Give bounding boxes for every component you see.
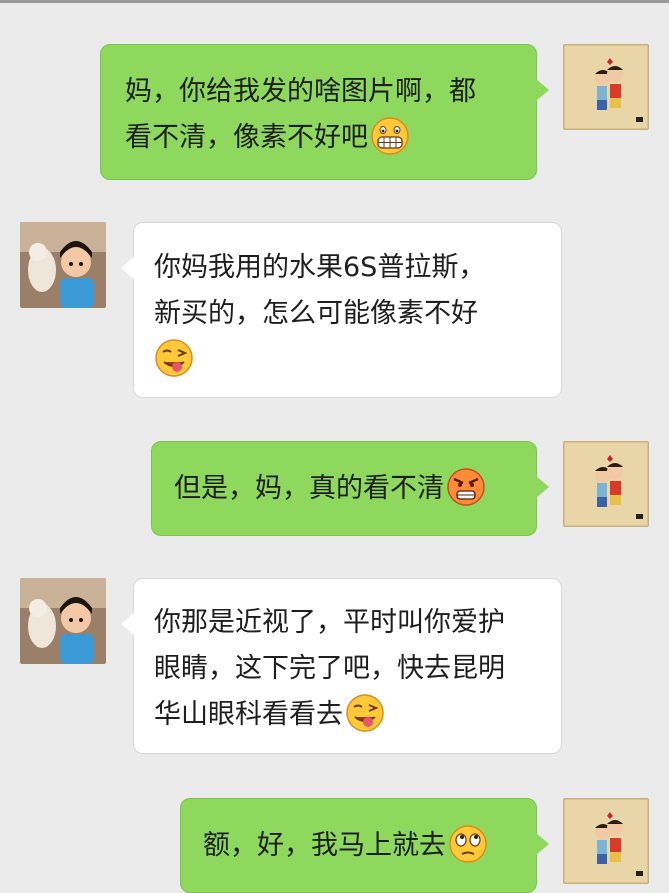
message-bubble[interactable]: 但是，妈，真的看不清 (151, 441, 549, 536)
message-text-line: 看不清，像素不好吧 (125, 115, 536, 161)
message-text-line (154, 337, 561, 383)
message-text-line: 额，好，我马上就去 (203, 823, 536, 869)
avatar-child-with-dog[interactable] (20, 578, 106, 664)
message-bubble[interactable]: 额，好，我马上就去 (180, 798, 549, 893)
avatar-shinchan[interactable] (563, 441, 649, 527)
avatar-child-with-dog[interactable] (20, 222, 106, 308)
grinning-teeth-emoji (370, 116, 410, 156)
message-text-line: 新买的，怎么可能像素不好 (154, 298, 478, 329)
bubble-tail (536, 79, 549, 101)
message-bubble[interactable]: 你妈我用的水果6S普拉斯， 新买的，怎么可能像素不好 (121, 222, 562, 398)
avatar-shinchan[interactable] (563, 44, 649, 130)
bubble-tail (536, 476, 549, 498)
message-text-line: 妈，你给我发的啥图片啊，都 (125, 76, 476, 107)
avatar-shinchan[interactable] (563, 798, 649, 884)
message-text: 但是，妈，真的看不清 (174, 473, 444, 504)
bubble-tail (536, 833, 549, 855)
message-text-line: 华山眼科看看去 (154, 692, 561, 738)
message-text-line: 眼睛，这下完了吧，快去昆明 (154, 653, 505, 684)
top-divider (0, 0, 669, 3)
tongue-out-emoji (345, 693, 385, 733)
angry-face-emoji (446, 467, 486, 507)
bubble-tail (121, 613, 134, 635)
message-text-line: 你那是近视了，平时叫你爱护 (154, 607, 505, 638)
rolling-eyes-emoji (448, 824, 488, 864)
message-text: 额，好，我马上就去 (203, 830, 446, 861)
message-text-line: 但是，妈，真的看不清 (174, 466, 536, 512)
message-bubble[interactable]: 妈，你给我发的啥图片啊，都 看不清，像素不好吧 (100, 44, 549, 180)
tongue-out-emoji (154, 338, 194, 378)
message-bubble[interactable]: 你那是近视了，平时叫你爱护 眼睛，这下完了吧，快去昆明 华山眼科看看去 (121, 578, 562, 754)
message-text: 看不清，像素不好吧 (125, 122, 368, 153)
message-text: 华山眼科看看去 (154, 699, 343, 730)
bubble-tail (121, 257, 134, 279)
message-text-line: 你妈我用的水果6S普拉斯， (154, 252, 486, 283)
